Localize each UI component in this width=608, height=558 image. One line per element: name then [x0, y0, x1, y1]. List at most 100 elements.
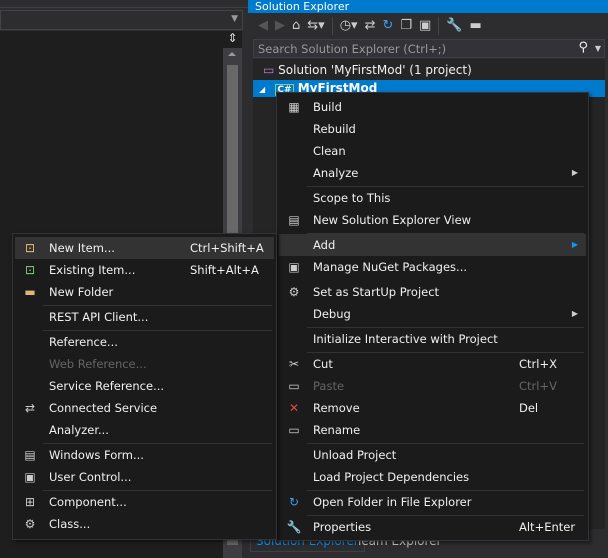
rename-icon: ▭	[288, 423, 300, 437]
solution-icon: ▭	[263, 63, 275, 77]
collapse-all-icon[interactable]: ❐	[400, 18, 412, 33]
menu-item-label: Add	[313, 238, 336, 252]
refresh-icon[interactable]: ↻	[382, 18, 393, 33]
menu-item-unload-project[interactable]: Unload Project	[279, 444, 586, 466]
menu-item-cut[interactable]: ✂ Cut Ctrl+X	[279, 353, 586, 375]
menu-item-label: Remove	[313, 401, 360, 415]
menu-item-label: New Item...	[49, 241, 115, 255]
menu-item-label: Properties	[313, 520, 372, 534]
scroll-up-icon[interactable]	[228, 52, 236, 56]
menu-item-label: Manage NuGet Packages...	[313, 260, 468, 274]
menu-item-label: Debug	[313, 307, 351, 321]
panel-title: Solution Explorer	[255, 0, 350, 13]
menu-item-label: Unload Project	[313, 448, 397, 462]
existing-item-icon: ⊡	[24, 263, 36, 277]
split-window-icon[interactable]: ⇕	[223, 31, 242, 48]
tree-item-solution[interactable]: ▭ Solution 'MyFirstMod' (1 project)	[253, 62, 605, 79]
gear-icon: ⚙	[288, 285, 300, 299]
menu-item-label: Analyze	[313, 166, 359, 180]
menu-item-analyzer[interactable]: Analyzer...	[15, 419, 274, 441]
remove-icon: ✕	[288, 401, 300, 415]
menu-item-new-folder[interactable]: ▬ New Folder	[15, 281, 274, 303]
menu-item-windows-form[interactable]: ▤ Windows Form...	[15, 444, 274, 466]
forward-icon[interactable]: ▶	[275, 18, 285, 33]
context-menu: ▦ Build Rebuild Clean Analyze ▶ Scope to This ▤…	[276, 92, 589, 541]
menu-item-reference[interactable]: Reference...	[15, 331, 274, 353]
menu-item-label: Scope to This	[313, 191, 391, 205]
wrench-icon: 🔧	[286, 520, 302, 534]
menu-item-label: Build	[313, 100, 342, 114]
menu-item-shortcut: Ctrl+Shift+A	[190, 241, 264, 255]
menu-item-properties[interactable]: 🔧 Properties Alt+Enter	[279, 516, 586, 538]
scissors-icon: ✂	[288, 357, 300, 371]
menu-item-scope-to-this[interactable]: Scope to This	[279, 187, 586, 209]
menu-item-label: New Solution Explorer View	[313, 213, 472, 227]
build-icon: ▦	[288, 100, 300, 114]
connected-service-icon: ⇄	[24, 401, 36, 415]
back-icon[interactable]: ◀	[258, 18, 268, 33]
menu-item-shortcut: Del	[519, 401, 539, 415]
menu-item-analyze[interactable]: Analyze ▶	[279, 162, 586, 184]
menu-item-shortcut: Shift+Alt+A	[190, 263, 259, 277]
menu-item-rebuild[interactable]: Rebuild	[279, 118, 586, 140]
menu-item-label: REST API Client...	[49, 310, 149, 324]
editor-top-strip	[0, 0, 248, 8]
preview-icon[interactable]: ▬	[470, 18, 482, 33]
menu-item-connected-service[interactable]: ⇄ Connected Service	[15, 397, 274, 419]
menu-item-open-folder-in-file-explorer[interactable]: ↻ Open Folder in File Explorer	[279, 491, 586, 513]
search-icon[interactable]: ⚲	[578, 40, 588, 55]
expand-arrow-icon[interactable]: ◢	[259, 85, 265, 94]
menu-item-label: Paste	[313, 379, 345, 393]
menu-item-label: Class...	[49, 517, 91, 531]
menu-item-label: Existing Item...	[49, 263, 136, 277]
menu-item-service-reference[interactable]: Service Reference...	[15, 375, 274, 397]
menu-item-component[interactable]: ⊞ Component...	[15, 491, 274, 513]
chevron-down-icon[interactable]: ▼	[595, 44, 601, 53]
menu-item-debug[interactable]: Debug ▶	[279, 303, 586, 325]
menu-item-class[interactable]: ⚙ Class...	[15, 513, 274, 535]
panel-title-bar: Solution Explorer	[248, 0, 608, 13]
menu-item-label: Reference...	[49, 335, 118, 349]
menu-item-user-control[interactable]: ▣ User Control...	[15, 466, 274, 488]
component-icon: ⊞	[24, 495, 36, 509]
menu-item-load-project-dependencies[interactable]: Load Project Dependencies	[279, 466, 586, 488]
menu-item-label: Service Reference...	[49, 379, 165, 393]
menu-item-label: Windows Form...	[49, 448, 144, 462]
menu-item-build[interactable]: ▦ Build	[279, 96, 586, 118]
sync-with-document-icon[interactable]: ⇄	[365, 18, 376, 33]
menu-item-paste[interactable]: ▭ Paste Ctrl+V	[279, 375, 586, 397]
menu-item-label: Initialize Interactive with Project	[313, 332, 498, 346]
menu-item-initialize-interactive-with-project[interactable]: Initialize Interactive with Project	[279, 328, 586, 350]
show-all-files-icon[interactable]: ▣	[419, 18, 431, 33]
menu-item-label: Rebuild	[313, 122, 356, 136]
menu-item-label: Connected Service	[49, 401, 158, 415]
menu-item-shortcut: Alt+Enter	[519, 520, 576, 534]
menu-item-label: New Folder	[49, 285, 114, 299]
menu-item-remove[interactable]: ✕ Remove Del	[279, 397, 586, 419]
menu-item-existing-item[interactable]: ⊡ Existing Item... Shift+Alt+A	[15, 259, 274, 281]
menu-item-rename[interactable]: ▭ Rename	[279, 419, 586, 441]
menu-item-shortcut: Ctrl+X	[519, 357, 557, 371]
menu-item-rest-api-client[interactable]: REST API Client...	[15, 306, 274, 328]
search-input[interactable]: Search Solution Explorer (Ctrl+;) ⚲ ▼	[253, 39, 605, 58]
user-control-icon: ▣	[24, 470, 36, 484]
search-placeholder: Search Solution Explorer (Ctrl+;)	[258, 42, 447, 56]
switch-views-icon[interactable]: ⇆▾	[307, 18, 324, 33]
chevron-down-icon: ▼	[231, 14, 238, 24]
pending-changes-filter-icon[interactable]: ◷▾	[340, 18, 358, 33]
menu-item-label: Rename	[313, 423, 361, 437]
home-icon[interactable]: ⌂	[292, 18, 300, 33]
add-submenu: ⊡ New Item... Ctrl+Shift+A ⊡ Existing Item..…	[12, 233, 277, 540]
submenu-arrow-icon: ▶	[571, 309, 578, 318]
menu-item-label: Load Project Dependencies	[313, 470, 470, 484]
menu-item-manage-nuget-packages[interactable]: ▣ Manage NuGet Packages...	[279, 256, 586, 278]
menu-item-add[interactable]: Add ▶	[279, 234, 586, 256]
tree-item-label: Solution 'MyFirstMod' (1 project)	[278, 63, 472, 77]
menu-item-new-solution-explorer-view[interactable]: ▤ New Solution Explorer View	[279, 209, 586, 231]
navigation-dropdown[interactable]: ▼	[0, 10, 243, 30]
menu-item-new-item[interactable]: ⊡ New Item... Ctrl+Shift+A	[15, 237, 274, 259]
menu-item-set-as-startup-project[interactable]: ⚙ Set as StartUp Project	[279, 281, 586, 303]
menu-item-web-reference[interactable]: Web Reference...	[15, 353, 274, 375]
properties-wrench-icon[interactable]: 🔧	[446, 18, 462, 33]
menu-item-clean[interactable]: Clean	[279, 140, 586, 162]
